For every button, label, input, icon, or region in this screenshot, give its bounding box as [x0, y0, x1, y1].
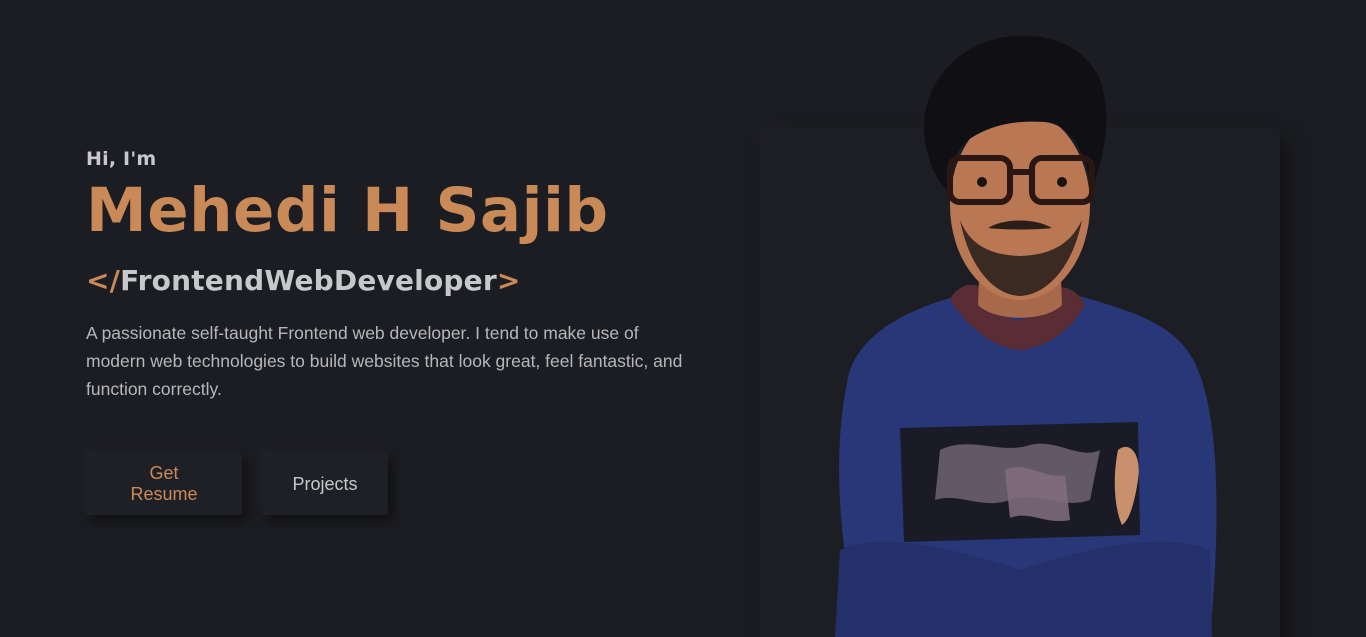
developer-name: Mehedi H Sajib [86, 175, 609, 246]
role-open-tag: </ [86, 264, 121, 297]
portrait-image [835, 35, 1217, 637]
role-title: </FrontendWebDeveloper> [86, 264, 706, 297]
hero-section: Hi, I'm Mehedi H Sajib </FrontendWebDeve… [0, 0, 1366, 637]
intro: Hi, I'm Mehedi H Sajib </FrontendWebDeve… [86, 148, 706, 515]
role-close-tag: > [496, 264, 521, 297]
greeting-text: Hi, I'm [86, 148, 157, 170]
projects-button[interactable]: Projects [262, 453, 388, 515]
bio-paragraph: A passionate self-taught Frontend web de… [86, 323, 683, 399]
hero-actions: Get Resume Projects [86, 453, 706, 515]
get-resume-button[interactable]: Get Resume [86, 453, 242, 515]
role-text: FrontendWebDeveloper [120, 264, 497, 297]
